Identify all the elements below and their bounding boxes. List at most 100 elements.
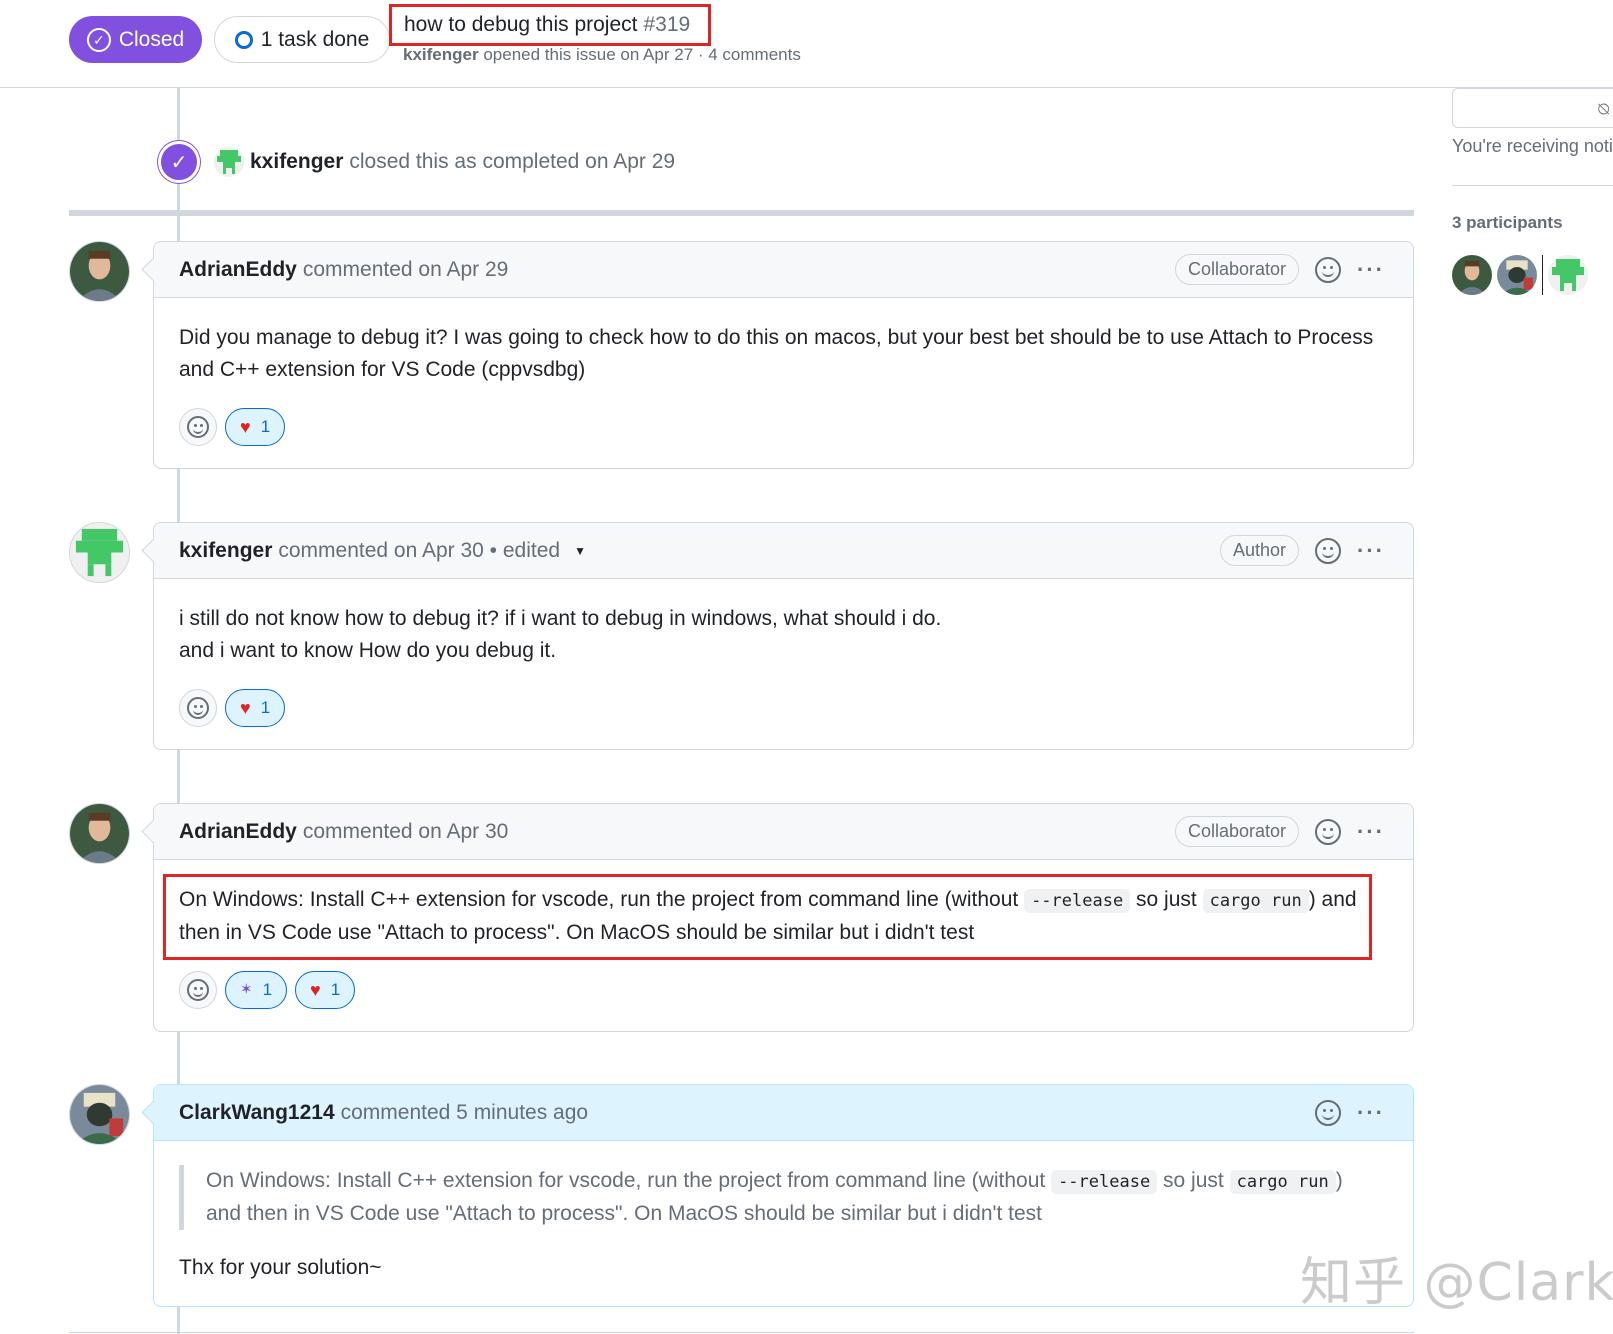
quote-text: On Windows: Install C++ extension for vs… bbox=[206, 1165, 1388, 1198]
smiley-icon bbox=[187, 979, 209, 1001]
smiley-icon[interactable] bbox=[1315, 256, 1342, 283]
reactions: ♥ 1 bbox=[179, 408, 1388, 446]
avatar[interactable] bbox=[69, 522, 130, 583]
heart-icon: ♥ bbox=[240, 698, 251, 718]
comment-card: AdrianEddy commented on Apr 29 Collabora… bbox=[153, 241, 1414, 469]
state-label: Closed bbox=[118, 27, 185, 51]
task-progress-pill[interactable]: 1 task done bbox=[214, 16, 390, 63]
comment-timestamp[interactable]: commented on Apr 29 bbox=[303, 258, 508, 282]
bottom-divider bbox=[69, 1332, 1414, 1333]
comment-text: Did you manage to debug it? I was going … bbox=[179, 326, 1374, 349]
issue-author-link[interactable]: kxifenger bbox=[403, 45, 479, 64]
event-author-link[interactable]: kxifenger bbox=[250, 150, 343, 174]
heart-reaction-button[interactable]: ♥ 1 bbox=[295, 971, 356, 1009]
closed-event: ✓ kxifenger closed this as completed on … bbox=[158, 141, 675, 183]
quote-text: and then in VS Code use "Attach to proce… bbox=[206, 1202, 1043, 1225]
quote-text-part: so just bbox=[1163, 1169, 1224, 1192]
heart-reaction-button[interactable]: ♥ 1 bbox=[225, 689, 286, 727]
task-label: 1 task done bbox=[260, 27, 370, 51]
comment-author-link[interactable]: ClarkWang1214 bbox=[179, 1101, 335, 1125]
comment-text: and i want to know How do you debug it. bbox=[179, 639, 557, 662]
participants-title: 3 participants bbox=[1452, 213, 1563, 232]
role-badge: Collaborator bbox=[1174, 254, 1300, 285]
reaction-count: 1 bbox=[260, 698, 271, 717]
quote-text-part: On Windows: Install C++ extension for vs… bbox=[206, 1169, 1046, 1192]
comment-author-link[interactable]: AdrianEddy bbox=[179, 258, 297, 282]
kebab-icon[interactable]: ··· bbox=[1357, 820, 1385, 843]
closed-state-badge: ✓ Closed bbox=[69, 16, 202, 63]
issue-title-text: how to debug this project bbox=[404, 13, 638, 36]
comment-header: ClarkWang1214 commented 5 minutes ago ··… bbox=[154, 1085, 1413, 1141]
comment-body: Did you manage to debug it? I was going … bbox=[154, 298, 1413, 468]
avatar[interactable] bbox=[1548, 255, 1588, 295]
reaction-count: 1 bbox=[330, 980, 341, 999]
smiley-icon[interactable] bbox=[1315, 1099, 1342, 1126]
inline-code: --release bbox=[1051, 1170, 1158, 1194]
kebab-icon[interactable]: ··· bbox=[1357, 539, 1385, 562]
comment-body: On Windows: Install C++ extension for vs… bbox=[154, 1141, 1413, 1306]
bell-slash-icon: ⍉ bbox=[1598, 99, 1609, 119]
add-reaction-button[interactable] bbox=[179, 408, 217, 446]
avatar[interactable] bbox=[1452, 255, 1492, 295]
smiley-icon[interactable] bbox=[1315, 537, 1342, 564]
issue-meta: kxifenger opened this issue on Apr 27 · … bbox=[403, 45, 801, 65]
comment-text: Thx for your solution~ bbox=[179, 1256, 382, 1279]
smiley-icon bbox=[187, 697, 209, 719]
quote-text-part: ) bbox=[1335, 1169, 1343, 1192]
role-badge: Author bbox=[1219, 535, 1300, 566]
kebab-icon[interactable]: ··· bbox=[1357, 1101, 1385, 1124]
inline-code: cargo run bbox=[1229, 1170, 1336, 1194]
check-circle-icon: ✓ bbox=[86, 27, 111, 52]
comment-header: AdrianEddy commented on Apr 30 Collabora… bbox=[154, 804, 1413, 860]
issue-header: ✓ Closed 1 task done how to debug this p… bbox=[0, 0, 1613, 88]
reactions: ✶ 1 ♥ 1 bbox=[179, 971, 1388, 1009]
participants-separator bbox=[1542, 255, 1543, 295]
heart-reaction-button[interactable]: ♥ 1 bbox=[225, 408, 286, 446]
timeline-divider bbox=[69, 210, 1414, 216]
comment-text: and C++ extension for VS Code (cppvsdbg) bbox=[179, 358, 586, 381]
check-circle-icon: ✓ bbox=[158, 141, 200, 183]
avatar[interactable] bbox=[1497, 255, 1537, 295]
add-reaction-button[interactable] bbox=[179, 971, 217, 1009]
circle-icon bbox=[234, 30, 253, 49]
chevron-down-icon[interactable]: ▼ bbox=[574, 544, 586, 558]
avatar[interactable] bbox=[214, 147, 244, 177]
reaction-count: 1 bbox=[262, 980, 273, 999]
comment-text: i still do not know how to debug it? if … bbox=[179, 607, 942, 630]
comment-header: AdrianEddy commented on Apr 29 Collabora… bbox=[154, 242, 1413, 298]
notification-subscribe-button[interactable]: ⍉ bbox=[1452, 88, 1613, 128]
comment-timestamp[interactable]: commented on Apr 30 bbox=[303, 820, 508, 844]
smiley-icon bbox=[187, 416, 209, 438]
heart-icon: ♥ bbox=[310, 980, 321, 1000]
party-icon: ✶ bbox=[240, 981, 253, 998]
smiley-icon[interactable] bbox=[1315, 818, 1342, 845]
comment-card: kxifenger commented on Apr 30 • edited ▼… bbox=[153, 522, 1414, 750]
issue-title: how to debug this project #319 bbox=[389, 4, 711, 46]
role-badge: Collaborator bbox=[1174, 816, 1300, 847]
sidebar-divider bbox=[1452, 185, 1613, 186]
reactions: ♥ 1 bbox=[179, 689, 1388, 727]
comment-author-link[interactable]: AdrianEddy bbox=[179, 820, 297, 844]
issue-number: #319 bbox=[643, 13, 691, 36]
comment-author-link[interactable]: kxifenger bbox=[179, 539, 272, 563]
watermark: 知乎 @Clark bbox=[1300, 1253, 1613, 1313]
event-text: closed this as completed on Apr 29 bbox=[349, 150, 676, 173]
comment-timestamp[interactable]: commented on Apr 30 • edited bbox=[278, 539, 560, 563]
hooray-reaction-button[interactable]: ✶ 1 bbox=[225, 971, 288, 1009]
add-reaction-button[interactable] bbox=[179, 689, 217, 727]
comment-timestamp[interactable]: commented 5 minutes ago bbox=[341, 1101, 588, 1125]
avatar[interactable] bbox=[69, 803, 130, 864]
kebab-icon[interactable]: ··· bbox=[1357, 258, 1385, 281]
participants-list bbox=[1452, 255, 1588, 295]
notification-note: You're receiving noti bbox=[1452, 136, 1613, 156]
quote-block: On Windows: Install C++ extension for vs… bbox=[179, 1165, 1388, 1230]
comment-header: kxifenger commented on Apr 30 • edited ▼… bbox=[154, 523, 1413, 579]
issue-meta-text: opened this issue on Apr 27 · 4 comments bbox=[483, 45, 801, 64]
heart-icon: ♥ bbox=[240, 417, 251, 437]
comment-card: ClarkWang1214 commented 5 minutes ago ··… bbox=[153, 1084, 1414, 1307]
highlight-box bbox=[163, 874, 1372, 960]
comment-body: i still do not know how to debug it? if … bbox=[154, 579, 1413, 749]
avatar[interactable] bbox=[69, 1084, 130, 1145]
reaction-count: 1 bbox=[260, 417, 271, 436]
avatar[interactable] bbox=[69, 241, 130, 302]
